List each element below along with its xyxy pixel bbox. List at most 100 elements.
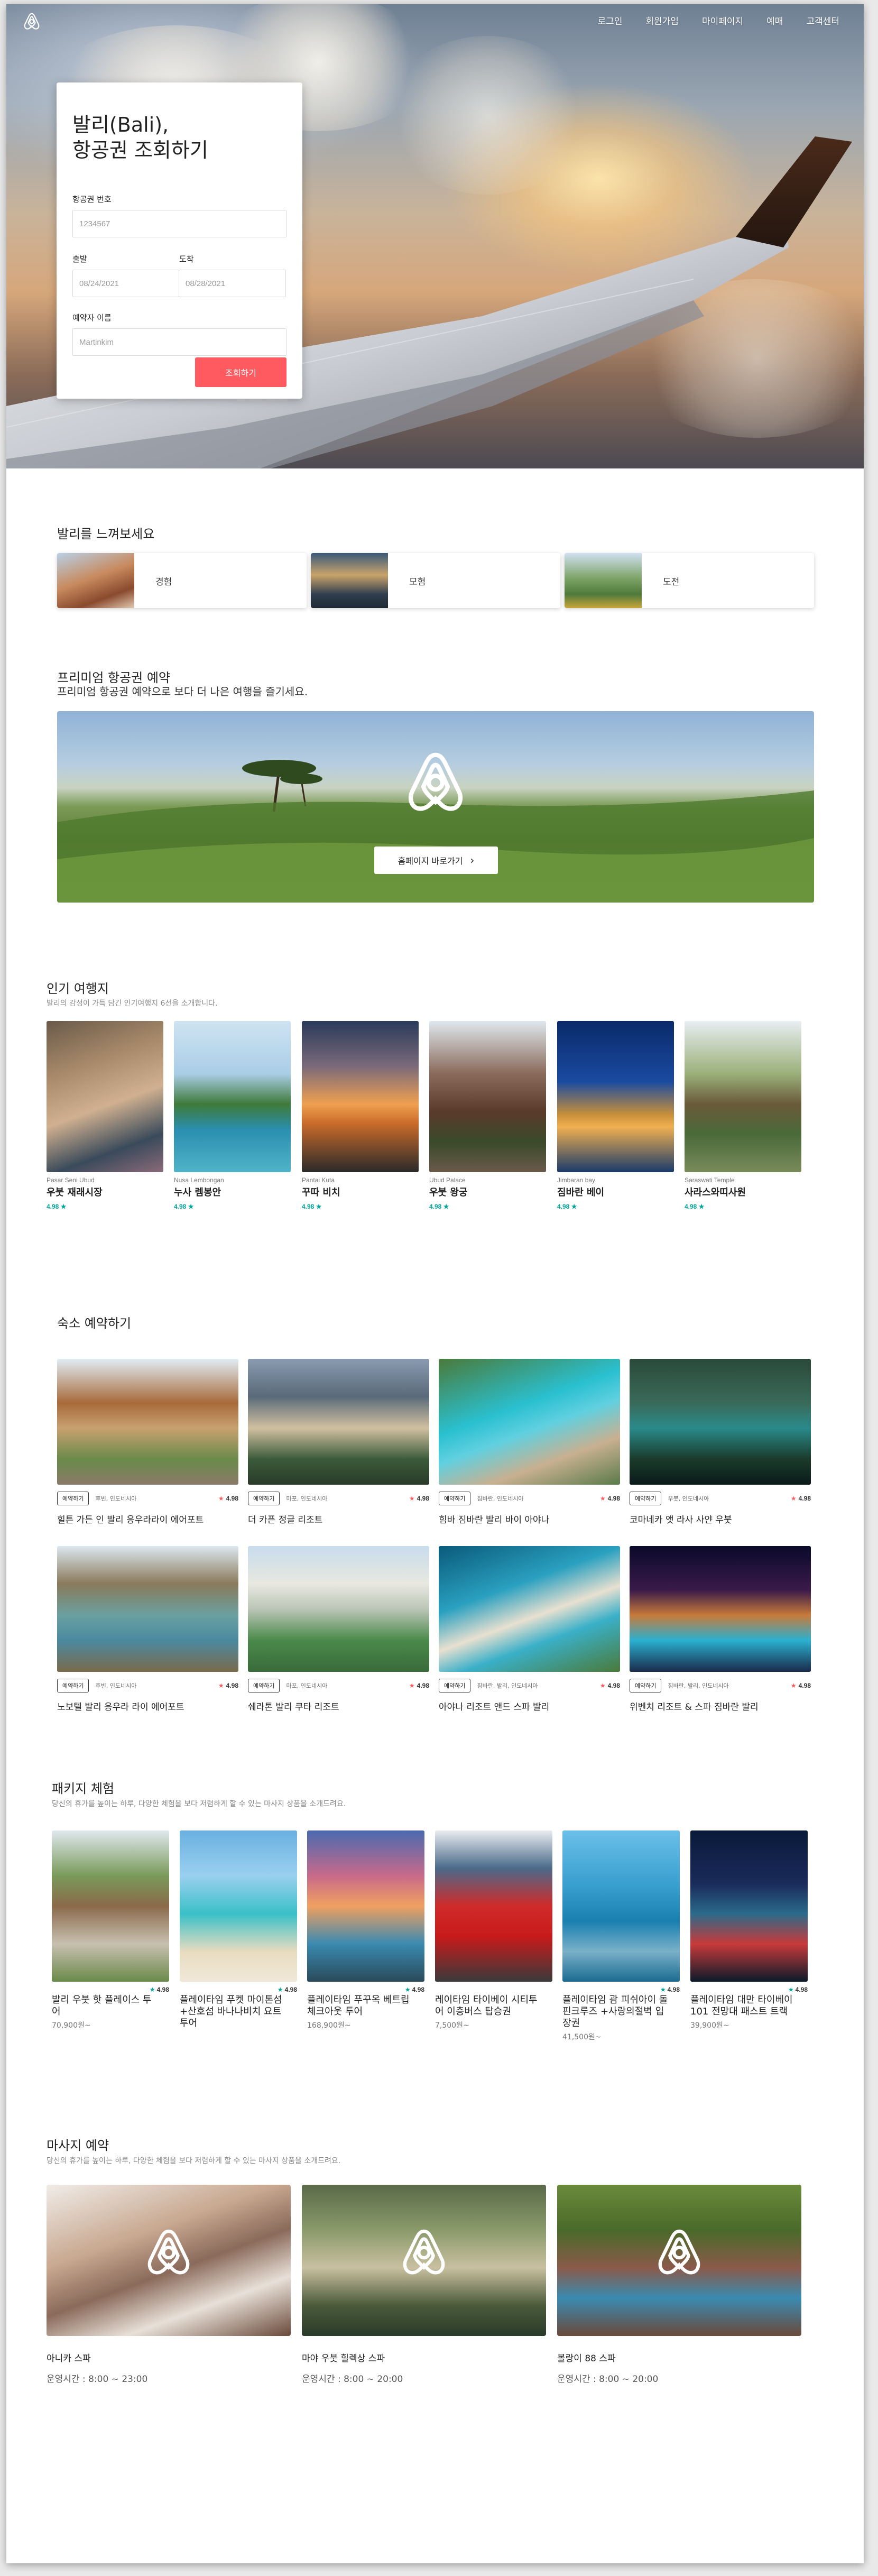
stay-card[interactable]: 예약하기 마포, 인도네시아 ★ 4.98 쉐라톤 발리 쿠타 리조트 [248,1546,429,1713]
ticket-number-input[interactable] [72,210,286,237]
destination-ko-name: 꾸따 비치 [302,1187,340,1198]
package-rating: ★ 4.98 [404,1986,424,1993]
stay-meta: 예약하기 우붓, 인도네시아 ★ 4.98 [630,1490,811,1507]
depart-date-input[interactable] [72,270,179,297]
lookup-button[interactable]: 조회하기 [195,357,286,387]
stay-meta: 예약하기 후빈, 인도네시아 ★ 4.98 [57,1490,238,1507]
package-card[interactable]: ★ 4.98 플레이타임 괌 피쉬아이 돌핀크루즈 +사랑의절벽 입장권 41,5… [562,1830,680,2042]
massage-name: 마야 우붓 힐렉상 스파 [302,2353,385,2364]
hero-banner: 로그인 회원가입 마이페이지 예매 고객센터 발리(Bali), 항공권 조회하… [6,4,864,468]
package-card[interactable]: ★ 4.98 플레이타임 대만 타이베이 101 전망대 패스트 트랙 39,90… [690,1830,808,2030]
nav-login[interactable]: 로그인 [597,14,622,27]
destination-card[interactable]: Jimbaran bay 짐바란 베이 4.98 ★ [557,1021,674,1210]
stay-name: 더 카픈 정글 리조트 [248,1515,323,1525]
destination-image [302,1021,419,1172]
massage-image [47,2185,291,2336]
popular-title: 인기 여행지 [47,981,109,996]
reserve-tag[interactable]: 예약하기 [248,1679,280,1692]
stay-rating: ★ 4.98 [218,1495,238,1502]
massage-card[interactable]: 볼랑이 88 스파 운영시간 : 8:00 ~ 20:00 [557,2185,801,2385]
reserve-tag[interactable]: 예약하기 [630,1492,662,1505]
package-image [435,1830,552,1982]
reserve-tag[interactable]: 예약하기 [439,1679,471,1692]
arrive-date-input[interactable] [179,270,286,297]
card-title: 발리(Bali), 항공권 조회하기 [72,112,286,163]
airbnb-logo-icon [658,2229,700,2275]
stay-image [439,1359,620,1485]
package-image [180,1830,297,1982]
stay-name: 힐튼 가든 인 발리 응우라라이 에어포트 [57,1515,204,1525]
massage-card[interactable]: 아니카 스파 운영시간 : 8:00 ~ 23:00 [47,2185,291,2385]
stay-rating: ★ 4.98 [599,1682,620,1689]
reserve-tag[interactable]: 예약하기 [248,1492,280,1505]
feel-card-experience[interactable]: 경험 [57,553,307,608]
package-rating-value: 4.98 [795,1986,808,1993]
package-rating: ★ 4.98 [660,1986,680,1993]
stay-image [57,1359,238,1485]
airbnb-logo-icon [403,2229,445,2275]
premium-subtitle: 프리미엄 항공권 예약으로 보다 더 나은 여행을 즐기세요. [57,685,308,698]
package-price: 41,500원~ [562,2033,602,2041]
stay-image [248,1546,429,1672]
reserve-tag[interactable]: 예약하기 [57,1492,89,1505]
depart-col: 출발 [72,253,179,297]
stay-rating: ★ 4.98 [409,1495,429,1502]
package-card[interactable]: ★ 4.98 플레이타임 푸켓 마이톤섬+산호섬 바나나비치 요트투어 [180,1830,297,2031]
massage-name: 볼랑이 88 스파 [557,2353,616,2364]
nav-signup[interactable]: 회원가입 [645,14,679,27]
stay-card[interactable]: 예약하기 짐바란, 인도네시아 ★ 4.98 힘바 짐바란 발리 바이 아야나 [439,1359,620,1525]
package-card[interactable]: ★ 4.98 발리 우붓 핫 플레이스 투어 70,900원~ [52,1830,169,2030]
destination-card[interactable]: Pantai Kuta 꾸따 비치 4.98 ★ [302,1021,419,1210]
homepage-link-button[interactable]: 홈페이지 바로가기 › [374,847,498,874]
nav-support[interactable]: 고객센터 [806,14,839,27]
stay-rating: ★ 4.98 [599,1495,620,1502]
stay-card[interactable]: 예약하기 후빈, 인도네시아 ★ 4.98 노보텔 발리 응우라 라이 에어포트 [57,1546,238,1713]
package-image [562,1830,680,1982]
reserve-tag[interactable]: 예약하기 [439,1492,471,1505]
destination-rating: 4.98 ★ [429,1203,449,1210]
reserve-tag[interactable]: 예약하기 [630,1679,662,1692]
stay-meta: 예약하기 짐바란, 발리, 인도네시아 ★ 4.98 [439,1677,620,1694]
stay-card[interactable]: 예약하기 우붓, 인도네시아 ★ 4.98 코마네카 앳 라사 사얀 우붓 [630,1359,811,1525]
feel-card-challenge[interactable]: 도전 [565,553,814,608]
destination-image [47,1021,163,1172]
destination-en-name: Saraswati Temple [685,1176,735,1184]
reserve-tag[interactable]: 예약하기 [57,1679,89,1692]
destination-card[interactable]: Nusa Lembongan 누사 렘봉안 4.98 ★ [174,1021,291,1210]
stay-rating-value: 4.98 [226,1495,238,1502]
destination-image [557,1021,674,1172]
package-subtitle: 당신의 휴가를 높이는 하루, 다양한 체험을 보다 저렴하게 할 수 있는 마… [52,1800,346,1808]
destination-card[interactable]: Saraswati Temple 사라스와띠사원 4.98 ★ [685,1021,801,1210]
package-price: 7,500원~ [435,2021,469,2030]
destination-image [174,1021,291,1172]
massage-card[interactable]: 마야 우붓 힐렉상 스파 운영시간 : 8:00 ~ 20:00 [302,2185,546,2385]
package-image [307,1830,424,1982]
popular-subtitle: 발리의 감성이 가득 담긴 인기여행지 6선을 소개합니다. [47,999,218,1008]
stay-rating-value: 4.98 [226,1682,238,1689]
stay-rating: ★ 4.98 [409,1682,429,1689]
stay-location: 짐바란, 인도네시아 [477,1495,524,1502]
nav-mypage[interactable]: 마이페이지 [702,14,743,27]
stay-card[interactable]: 예약하기 후빈, 인도네시아 ★ 4.98 힐튼 가든 인 발리 응우라라이 에어포트 [57,1359,238,1525]
stay-name: 위벤치 리조트 & 스파 짐바란 발리 [630,1702,759,1713]
stay-name: 힘바 짐바란 발리 바이 아야나 [439,1515,550,1525]
massage-name: 아니카 스파 [47,2353,91,2364]
stay-rating-value: 4.98 [417,1495,429,1502]
package-card[interactable]: ★ 4.98 플레이타임 푸꾸옥 베트립 체크아웃 투어 168,900원~ [307,1830,424,2030]
package-card[interactable]: 레이타임 타이베이 시티투어 이층버스 탑승권 7,500원~ [435,1830,552,2030]
airbnb-logo-icon [147,2229,190,2275]
booker-name-label: 예약자 이름 [72,313,112,323]
stay-location: 후빈, 인도네시아 [95,1495,137,1502]
destination-card[interactable]: Ubud Palace 우붓 왕궁 4.98 ★ [429,1021,546,1210]
arrive-label: 도착 [179,254,194,264]
stay-card[interactable]: 예약하기 짐바란, 발리, 인도네시아 ★ 4.98 아야나 리조트 앤드 스파 발리 [439,1546,620,1713]
stay-card[interactable]: 예약하기 마포, 인도네시아 ★ 4.98 더 카픈 정글 리조트 [248,1359,429,1525]
stay-card[interactable]: 예약하기 짐바란, 발리, 인도네시아 ★ 4.98 위벤치 리조트 & 스파 짐바란… [630,1546,811,1713]
destination-card[interactable]: Pasar Seni Ubud 우붓 재래시장 4.98 ★ [47,1021,163,1210]
feel-card-adventure[interactable]: 모험 [311,553,560,608]
booker-name-input[interactable] [72,328,286,356]
airbnb-logo-icon[interactable] [22,12,41,33]
destination-ko-name: 우붓 왕궁 [429,1187,468,1198]
nav-booking[interactable]: 예매 [766,14,783,27]
destination-rating: 4.98 ★ [47,1203,67,1210]
